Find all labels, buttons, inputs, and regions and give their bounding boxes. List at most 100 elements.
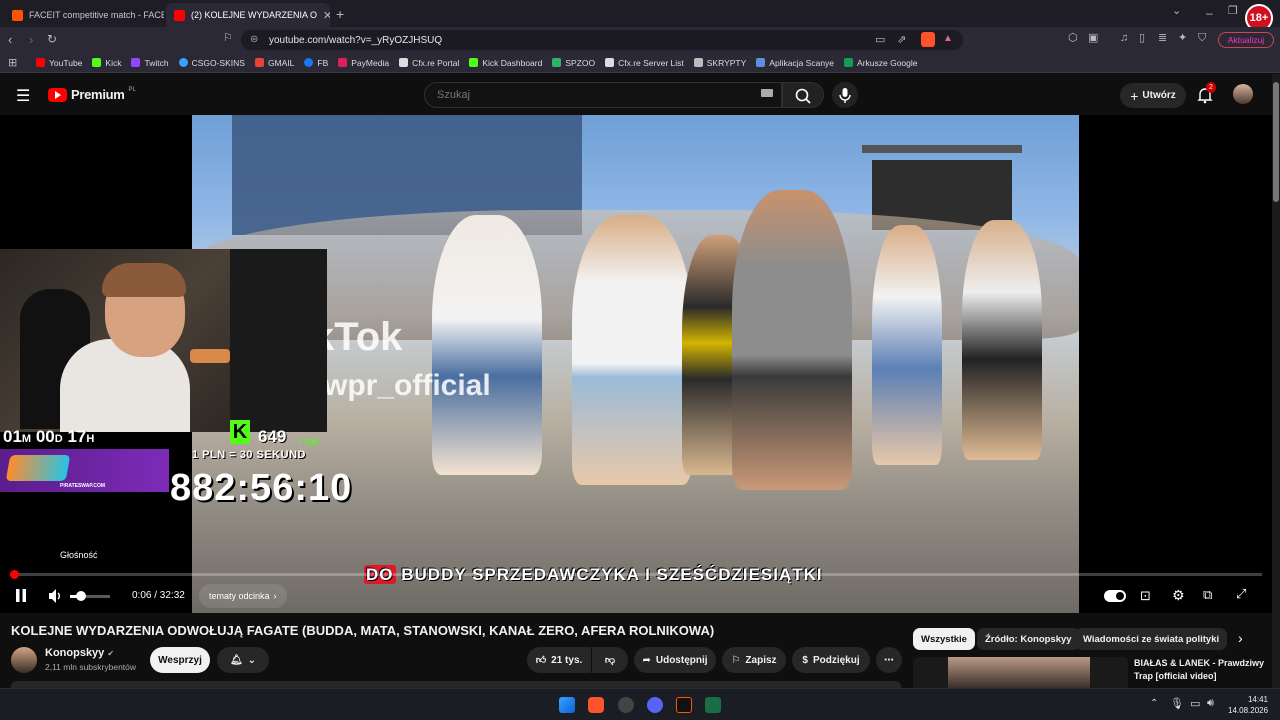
restore-icon[interactable]: ❐ [1228,6,1238,17]
settings-icon[interactable]: ⚙ [1172,587,1185,604]
chip-all[interactable]: Wszystkie [913,628,975,650]
search-button[interactable] [782,82,824,108]
support-button[interactable]: Wesprzyj [150,647,210,673]
fullscreen-icon[interactable]: ⤢ [1236,586,1246,602]
speaker-icon[interactable]: 🔊︎ [1207,697,1214,710]
more-actions-button[interactable]: ⋯ [876,647,902,673]
paymedia-icon [338,58,348,67]
bookmark-kick[interactable]: Kick [92,58,121,68]
bookmark-youtube[interactable]: YouTube [36,58,82,68]
video-player[interactable]: kTok wpr_official 01M 00D 17H K 649 / 70… [0,115,1272,613]
extensions-icon[interactable]: ⬡ [1068,33,1078,44]
keyboard-icon[interactable] [761,89,773,97]
apps-grid-icon[interactable]: ⊞ [8,56,17,69]
obs-icon[interactable] [618,697,634,713]
subscription-bell-button[interactable]: 🔔︎ ⌄ [217,647,269,673]
faceit-icon[interactable] [676,697,692,713]
url-field[interactable]: ⊜ youtube.com/watch?v=_yRyOZJHSUQ ▭ ⇗ ▲ [241,30,963,50]
bookmark-spzoo[interactable]: SPZOO [552,58,595,68]
channel-name[interactable]: Konopskyy [45,647,104,659]
scrollbar-thumb[interactable] [1273,82,1279,202]
mute-button[interactable] [48,588,64,604]
description-box[interactable] [11,681,901,688]
brave-shields-icon[interactable] [921,32,935,47]
minimize-icon[interactable]: – [1206,7,1213,19]
chevron-down-icon[interactable]: ⌄ [1172,6,1181,17]
share-button[interactable]: ➦ Udostępnij [634,647,716,673]
clock[interactable]: 14:41 14.08.2026 [1228,694,1268,716]
autoplay-toggle[interactable] [1104,590,1126,602]
bookmark-skrypty[interactable]: SKRYPTY [693,57,747,68]
brave-rewards-icon[interactable]: ▲ [943,33,953,44]
back-icon[interactable]: ‹ [8,33,12,46]
network-icon[interactable]: ▭ [1190,697,1200,710]
excel-icon[interactable] [705,697,721,713]
thanks-button[interactable]: $ Podziękuj [792,647,870,673]
next-video-thumbnail[interactable] [913,657,1128,688]
wallet-icon[interactable]: ▣ [1088,33,1098,44]
chip-politics[interactable]: Wiadomości ze świata polityki [1075,628,1228,650]
bookmark-fb[interactable]: FB [304,58,328,68]
bookmark-cfx-server-list[interactable]: Cfx.re Server List [605,58,684,68]
close-tab-icon[interactable]: ✕ [323,9,330,22]
next-video-title[interactable]: BIAŁAS & LANEK - Prawdziwy Trap [officia… [1134,657,1269,683]
bookmark-icon[interactable]: ⚐ [223,33,233,44]
site-info-icon[interactable]: ⊜ [250,34,258,45]
chevron-right-icon: › [273,591,277,601]
mic-icon[interactable]: 🎙︎ [1170,697,1184,710]
page-scrollbar[interactable] [1272,74,1280,688]
chapter-button[interactable]: tematy odcinka › [199,584,287,608]
subtitles-icon[interactable]: ⊡ [1140,588,1151,604]
bookmark-label: SKRYPTY [706,57,747,68]
pause-button[interactable] [15,589,27,602]
dislike-button[interactable]: 👎︎ [592,647,628,673]
food [190,349,230,363]
progress-bar[interactable] [9,570,1262,579]
tab-youtube[interactable]: (2) KOLEJNE WYDARZENIA O ✕ [166,3,330,27]
reload-icon[interactable]: ↻ [47,33,57,45]
vpn-icon[interactable]: ⛉ [1198,33,1206,44]
reading-list-icon[interactable]: ≣ [1158,33,1167,44]
miniplayer-icon[interactable]: ⧉ [1203,587,1212,603]
tray-chevron-icon[interactable]: ⌃ [1150,698,1158,709]
update-button[interactable]: Aktualizuj [1218,32,1274,48]
progress-scrubber[interactable] [9,570,19,579]
youtube-logo[interactable]: Premium PL [48,87,136,102]
bookmark-label: FB [317,57,329,68]
create-button[interactable]: + Utwórz [1120,83,1186,108]
pause-icon [16,589,26,602]
brave-icon[interactable] [588,697,604,713]
music-icon[interactable]: ♫ [1120,33,1128,44]
share-icon[interactable]: ⇗ [897,33,906,46]
bookmark-paymedia[interactable]: PayMedia [338,58,389,68]
leo-icon[interactable]: ✦ [1178,33,1187,44]
bookmark-google-sheets[interactable]: Arkusze Google [844,58,918,68]
bookmark-gmail[interactable]: GMAIL [254,58,294,68]
channel-name-row[interactable]: Konopskyy ✔ [45,647,114,659]
voice-search-button[interactable] [832,82,858,108]
tab-faceit[interactable]: FACEIT competitive match - FACEIT.c [4,3,164,27]
bookmark-kick-dashboard[interactable]: Kick Dashboard [469,58,542,68]
cast-icon[interactable]: ▭ [875,33,885,46]
faceit-icon [12,9,23,21]
avatar[interactable] [1233,84,1253,104]
notifications-button[interactable]: 2 [1196,82,1216,104]
bookmark-scanye[interactable]: Aplikacja Scanye [756,58,834,68]
new-tab-icon[interactable]: + [336,7,344,21]
windows-start-icon[interactable] [559,697,575,713]
forward-icon[interactable]: › [29,33,33,46]
discord-icon[interactable] [647,697,663,713]
like-button[interactable]: 👍︎ 21 tys. [527,647,591,673]
channel-avatar[interactable] [11,647,37,673]
chip-source[interactable]: Źródło: Konopskyy [977,628,1080,650]
volume-slider[interactable] [70,591,110,601]
volume-knob[interactable] [76,591,86,601]
bookmark-cfx-portal[interactable]: Cfx.re Portal [399,58,459,68]
bookmark-csgo-skins[interactable]: CSGO-SKINS [178,58,245,68]
menu-icon[interactable]: ☰ [16,86,30,106]
bookmark-twitch[interactable]: Twitch [131,58,169,68]
save-button[interactable]: ⚐ Zapisz [722,647,786,673]
search-input[interactable] [424,82,782,108]
chevron-right-icon[interactable]: › [1238,630,1243,646]
sidebar-icon[interactable]: ▯ [1139,33,1145,44]
